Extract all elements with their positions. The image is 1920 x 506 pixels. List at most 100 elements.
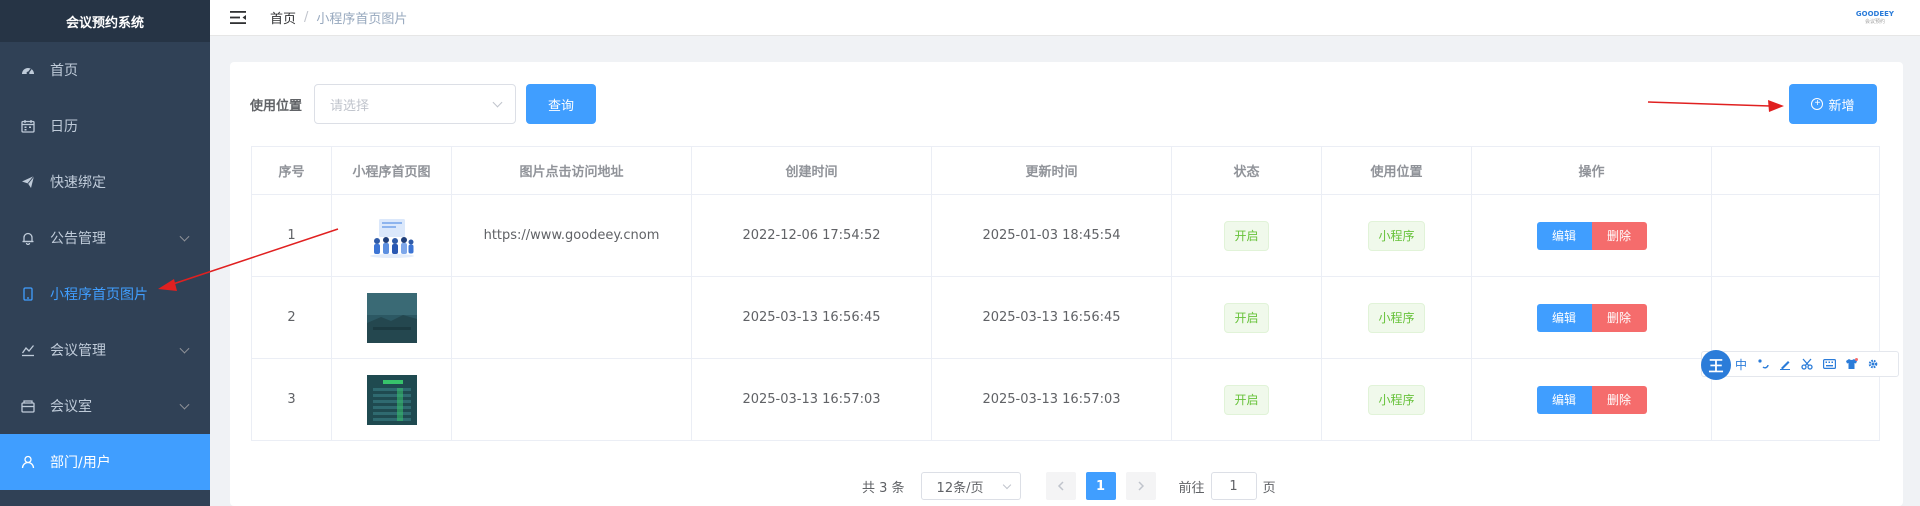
- row-position-cell: 小程序: [1321, 276, 1472, 359]
- column-header: 操作: [1471, 146, 1712, 195]
- chevron-down-icon: [179, 343, 190, 354]
- sidebar-item-home[interactable]: 首页: [0, 42, 210, 98]
- sidebar-menu: 首页 日历 快速绑定 公告管理 小程序首页图片 会议管理 会议室 部门/用户: [0, 42, 210, 490]
- breadcrumb-current: 小程序首页图片: [316, 12, 408, 27]
- delete-button[interactable]: 删除: [1591, 303, 1647, 332]
- column-header: 状态: [1171, 146, 1322, 195]
- chart-icon: [20, 342, 36, 358]
- row-actions: 编辑 删除: [1471, 358, 1712, 441]
- row-url: https://www.goodeey.cnom: [451, 194, 692, 277]
- top-navbar: 首页 / 小程序首页图片 GOODEEY 会议预约: [210, 0, 1920, 36]
- breadcrumb-home[interactable]: 首页: [270, 8, 296, 27]
- sidebar-item-meeting-manage[interactable]: 会议管理: [0, 322, 210, 378]
- ime-language-toggle[interactable]: 中: [1734, 357, 1748, 372]
- position-badge: 小程序: [1368, 384, 1425, 415]
- punctuation-icon[interactable]: [1756, 357, 1770, 371]
- row-thumbnail-cell: [331, 358, 452, 441]
- sidebar-item-label: 快速绑定: [50, 175, 106, 191]
- sidebar-item-label: 日历: [50, 119, 78, 135]
- phone-icon: [20, 286, 36, 302]
- column-header: 小程序首页图: [331, 146, 452, 195]
- column-header: 创建时间: [691, 146, 932, 195]
- scissors-icon[interactable]: [1800, 357, 1814, 371]
- keyboard-icon[interactable]: [1822, 357, 1836, 371]
- sidebar-item-label: 首页: [50, 63, 78, 79]
- sidebar-item-label: 部门/用户: [50, 455, 111, 471]
- row-thumbnail-cell: [331, 276, 452, 359]
- gear-icon[interactable]: [1866, 357, 1880, 371]
- ime-logo[interactable]: 王: [1701, 350, 1731, 380]
- column-header: 更新时间: [931, 146, 1172, 195]
- sidebar: 会议预约系统 首页 日历 快速绑定 公告管理 小程序首页图片 会议管理 会议室 …: [0, 0, 210, 506]
- sidebar-item-label: 公告管理: [50, 231, 106, 247]
- column-header-spacer: [1711, 146, 1880, 195]
- edit-button[interactable]: 编辑: [1536, 221, 1592, 250]
- people-illustration-image[interactable]: [366, 210, 417, 261]
- delete-button[interactable]: 删除: [1591, 385, 1647, 414]
- ime-toolbar[interactable]: 王 中: [1701, 350, 1899, 380]
- chevron-down-icon: [492, 97, 503, 108]
- prev-page-button[interactable]: [1045, 472, 1076, 500]
- page-size-select[interactable]: 12条/页: [920, 472, 1021, 500]
- send-icon: [20, 174, 36, 190]
- brand-logo-sub: 会议预约: [1864, 19, 1885, 25]
- chevron-right-icon: [1138, 481, 1144, 491]
- plus-circle-icon: +: [1811, 98, 1824, 110]
- app-screenshot-image[interactable]: [366, 374, 417, 425]
- row-url: [451, 358, 692, 441]
- brand-logo-text: GOODEEY: [1855, 10, 1894, 18]
- sidebar-item-dept-user[interactable]: 部门/用户: [0, 434, 210, 490]
- chevron-down-icon: [1002, 480, 1011, 490]
- pen-icon[interactable]: [1778, 357, 1792, 371]
- status-badge: 开启: [1224, 220, 1269, 251]
- row-updated: 2025-03-13 16:57:03: [931, 358, 1172, 441]
- breadcrumb: 首页 / 小程序首页图片: [270, 8, 407, 27]
- add-button[interactable]: + 新增: [1789, 84, 1877, 124]
- delete-button[interactable]: 删除: [1591, 221, 1647, 250]
- filter-bar: 使用位置 请选择 查询: [250, 84, 597, 124]
- edit-button[interactable]: 编辑: [1536, 303, 1592, 332]
- add-button-label: 新增: [1828, 97, 1855, 113]
- query-button[interactable]: 查询: [526, 84, 597, 124]
- chevron-down-icon: [179, 231, 190, 242]
- chevron-left-icon: [1057, 481, 1064, 491]
- sidebar-item-notice[interactable]: 公告管理: [0, 210, 210, 266]
- position-select[interactable]: 请选择: [314, 84, 517, 124]
- goto-page-input[interactable]: 1: [1210, 472, 1257, 500]
- sidebar-item-calendar[interactable]: 日历: [0, 98, 210, 154]
- position-badge: 小程序: [1368, 220, 1425, 251]
- hamburger-icon[interactable]: [228, 10, 248, 26]
- row-actions: 编辑 删除: [1471, 276, 1712, 359]
- data-table: 序号 小程序首页图 图片点击访问地址 创建时间 更新时间 状态 使用位置 操作 …: [251, 146, 1880, 441]
- goto-prefix: 前往: [1178, 480, 1205, 496]
- select-placeholder: 请选择: [330, 98, 370, 114]
- user-icon: [20, 454, 36, 470]
- sidebar-item-quick-bind[interactable]: 快速绑定: [0, 154, 210, 210]
- row-index: 2: [251, 276, 332, 359]
- brand-logo: GOODEEY 会议预约: [1856, 10, 1894, 26]
- row-created: 2025-03-13 16:57:03: [691, 358, 932, 441]
- filter-label: 使用位置: [250, 98, 303, 114]
- dark-teal-photo-image[interactable]: [366, 292, 417, 343]
- row-created: 2022-12-06 17:54:52: [691, 194, 932, 277]
- sidebar-item-miniapp-images[interactable]: 小程序首页图片: [0, 266, 210, 322]
- column-header: 图片点击访问地址: [451, 146, 692, 195]
- row-created: 2025-03-13 16:56:45: [691, 276, 932, 359]
- sidebar-item-label: 会议管理: [50, 343, 106, 359]
- sidebar-item-meeting-room[interactable]: 会议室: [0, 378, 210, 434]
- app-title: 会议预约系统: [0, 0, 210, 42]
- row-position-cell: 小程序: [1321, 358, 1472, 441]
- row-index: 3: [251, 358, 332, 441]
- sidebar-item-label: 小程序首页图片: [50, 287, 148, 303]
- page-number-current[interactable]: 1: [1085, 472, 1116, 500]
- content-card: 使用位置 请选择 查询 + 新增 序号 小程序首页图 图片点击访问地址 创建时间…: [230, 62, 1903, 506]
- skin-shirt-icon[interactable]: [1844, 357, 1858, 371]
- sidebar-item-label: 会议室: [50, 399, 92, 415]
- next-page-button[interactable]: [1125, 472, 1156, 500]
- row-updated: 2025-01-03 18:45:54: [931, 194, 1172, 277]
- column-header: 使用位置: [1321, 146, 1472, 195]
- edit-button[interactable]: 编辑: [1536, 385, 1592, 414]
- page-size-value: 12条/页: [936, 480, 984, 496]
- position-badge: 小程序: [1368, 302, 1425, 333]
- table-row: 1 https://www.goodeey.cnom 2022-12-06 17…: [251, 194, 1880, 277]
